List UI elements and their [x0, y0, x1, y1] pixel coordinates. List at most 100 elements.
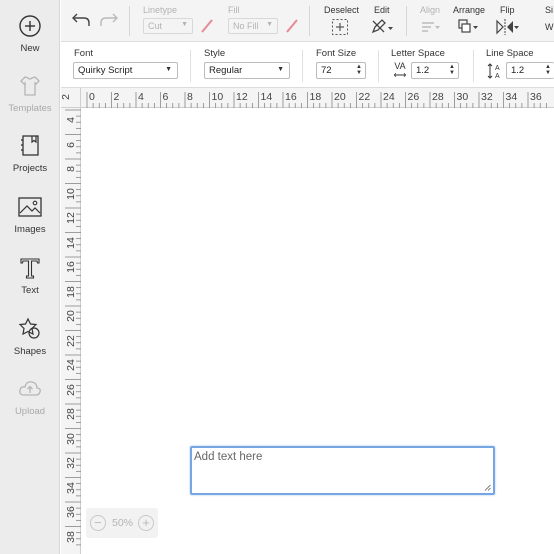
ruler-left-label: 12 — [65, 212, 77, 224]
ruler-left-label: 24 — [65, 359, 77, 371]
ruler-left-label: 8 — [65, 166, 77, 172]
toolbar-divider — [309, 6, 310, 36]
flip-label: Flip — [500, 5, 515, 15]
ruler-top-label: 14 — [260, 91, 273, 103]
ruler-corner-label: 2 — [59, 94, 72, 100]
ruler-left-label: 26 — [65, 383, 77, 396]
sidebar-item-shapes[interactable]: Shapes — [0, 315, 60, 373]
letter-space-value: 1.2 — [416, 65, 430, 76]
deselect-label: Deselect — [324, 5, 360, 15]
design-space-app: New Templates Projects Images Text Shape… — [0, 0, 554, 554]
font-select[interactable]: Quirky Script ▼ — [73, 62, 178, 79]
ruler-left-label: 18 — [65, 285, 77, 298]
sidebar-item-label: Shapes — [13, 346, 47, 357]
ruler-top-label: 22 — [358, 91, 371, 103]
font-label: Font — [74, 48, 94, 59]
ruler-top-label: 32 — [481, 91, 493, 103]
letter-space-icon: VA ⟷ — [393, 61, 407, 80]
flip-button[interactable] — [495, 18, 519, 36]
ruler-top-label: 2 — [113, 91, 120, 103]
redo-icon[interactable] — [99, 10, 119, 28]
font-size-label: Font Size — [316, 48, 357, 59]
undo-icon[interactable] — [71, 10, 91, 28]
sidebar-item-label: Upload — [14, 406, 46, 417]
ruler-left-label: 32 — [65, 457, 77, 469]
notebook-icon — [21, 135, 39, 156]
arrange-button[interactable] — [457, 18, 479, 36]
ruler-left-label: 22 — [65, 334, 77, 347]
font-value: Quirky Script — [78, 65, 133, 76]
sidebar-item-label: Projects — [12, 163, 48, 174]
zoom-out-button[interactable]: − — [90, 515, 106, 531]
ruler-top-label: 18 — [309, 91, 322, 103]
size-width-label: W — [545, 22, 554, 32]
ruler-left-label: 4 — [65, 117, 77, 123]
arrange-label: Arrange — [453, 5, 486, 15]
textbox-placeholder: Add text here — [194, 451, 263, 463]
add-text-box[interactable]: Add text here — [190, 446, 495, 495]
chevron-down-icon: ▼ — [266, 21, 273, 28]
linetype-value: Cut — [148, 21, 163, 31]
toolbar-divider — [302, 50, 303, 82]
font-size-stepper[interactable]: 72 ▲ ▼ — [316, 62, 366, 79]
top-toolbar: Linetype Cut ▼ Fill No Fill ▼ Deselect E… — [61, 0, 554, 42]
chevron-down-icon: ▼ — [277, 66, 284, 73]
sidebar-item-label: New — [20, 43, 40, 54]
toolbar-divider — [190, 50, 191, 82]
style-select[interactable]: Regular ▼ — [204, 62, 290, 79]
zoom-in-button[interactable]: + — [138, 515, 154, 531]
edit-label: Edit — [374, 5, 390, 15]
line-space-value: 1.2 — [511, 65, 525, 76]
zoom-level: 50% — [112, 517, 134, 529]
linetype-select[interactable]: Cut ▼ — [143, 18, 193, 34]
stepper-arrows-icon[interactable]: ▲ ▼ — [356, 64, 362, 76]
left-sidebar: New Templates Projects Images Text Shape… — [0, 0, 60, 554]
sidebar-item-projects[interactable]: Projects — [0, 132, 60, 190]
toolbar-divider — [378, 50, 379, 82]
text-toolbar: Font Quirky Script ▼ Style Regular ▼ Fon… — [61, 42, 554, 88]
linetype-color-swatch[interactable] — [199, 18, 215, 34]
ruler-top: 0 2 4 6 8 10 12 14 16 18 20 22 24 26 28 30 32 34 36 — [61, 88, 554, 108]
ruler-top-label: 26 — [407, 91, 420, 103]
stepper-arrows-icon[interactable]: ▲ ▼ — [449, 64, 455, 76]
plus-icon: + — [142, 515, 150, 530]
ruler-left-label: 38 — [65, 530, 77, 543]
sidebar-item-templates[interactable]: Templates — [0, 72, 60, 130]
resize-grip-icon[interactable] — [484, 484, 491, 491]
ruler-left-label: 28 — [65, 408, 77, 420]
ruler-top-label: 30 — [456, 91, 469, 103]
font-size-value: 72 — [321, 65, 332, 76]
align-button[interactable] — [419, 20, 441, 34]
ruler-left-label: 30 — [65, 432, 77, 445]
image-icon — [18, 197, 42, 217]
letter-space-stepper[interactable]: 1.2 ▲ ▼ — [411, 62, 459, 79]
sidebar-item-upload[interactable]: Upload — [0, 375, 60, 433]
ruler-left-label: 20 — [65, 310, 77, 322]
chevron-down-icon: ▼ — [181, 21, 188, 28]
fill-select[interactable]: No Fill ▼ — [228, 18, 278, 34]
ruler-top-label: 28 — [432, 91, 444, 103]
edit-button[interactable] — [370, 18, 394, 36]
style-label: Style — [204, 48, 226, 59]
cloud-upload-icon — [19, 381, 41, 396]
ruler-left-label: 16 — [65, 261, 77, 273]
ruler-top-label: 6 — [162, 91, 169, 103]
ruler-top-label: 34 — [505, 91, 518, 103]
sidebar-item-new[interactable]: New — [0, 12, 60, 70]
tshirt-icon — [20, 76, 40, 96]
sidebar-item-images[interactable]: Images — [0, 193, 60, 251]
stepper-arrows-icon[interactable]: ▲ ▼ — [545, 64, 551, 76]
deselect-button[interactable] — [331, 18, 349, 36]
text-t-icon — [20, 258, 40, 279]
linetype-label: Linetype — [143, 5, 178, 15]
sidebar-item-text[interactable]: Text — [0, 254, 60, 312]
toolbar-divider — [473, 50, 474, 82]
ruler-left-label: 34 — [65, 481, 77, 494]
ruler-left-label: 10 — [65, 187, 77, 200]
line-space-stepper[interactable]: 1.2 ▲ ▼ — [506, 62, 554, 79]
ruler-top-label: 12 — [236, 91, 248, 103]
ruler-top-label: 4 — [138, 91, 144, 103]
svg-text:A: A — [495, 65, 500, 72]
letter-space-label: Letter Space — [391, 48, 445, 59]
fill-color-swatch[interactable] — [284, 18, 300, 34]
